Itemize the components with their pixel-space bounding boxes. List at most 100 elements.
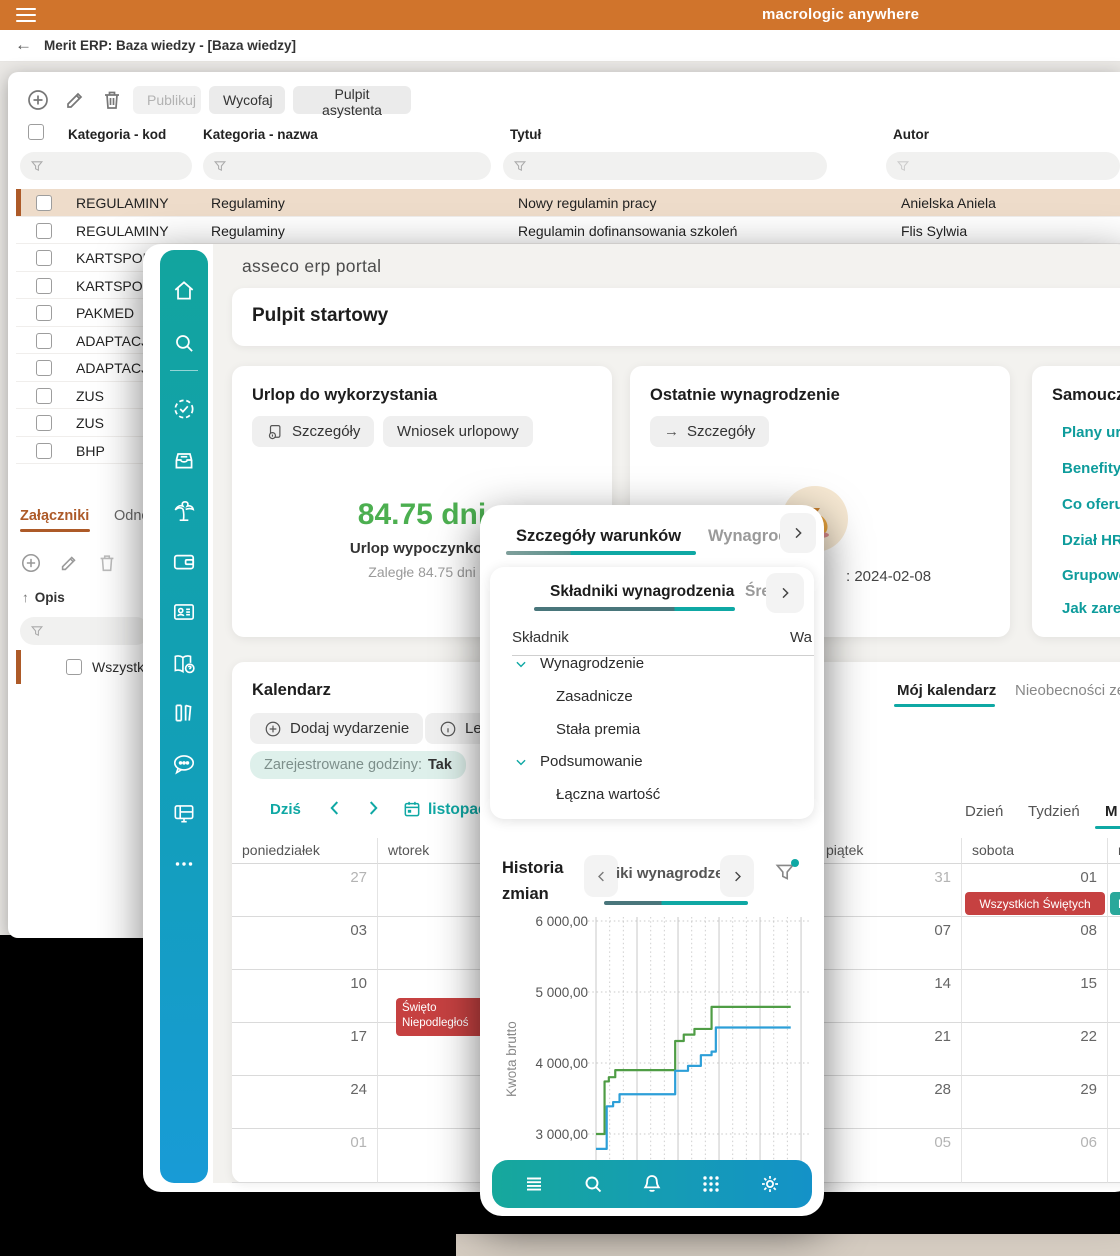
- calendar-cell[interactable]: 22: [962, 1023, 1108, 1076]
- carousel-next-button[interactable]: [720, 855, 754, 897]
- calendar-cell[interactable]: 17: [232, 1023, 378, 1076]
- tutorial-link[interactable]: Co oferuj: [1062, 496, 1120, 513]
- publish-button[interactable]: Publikuj: [133, 86, 201, 114]
- calendar-cell[interactable]: 21: [816, 1023, 962, 1076]
- settings-icon[interactable]: [758, 1172, 782, 1196]
- chevron-down-icon[interactable]: [514, 657, 528, 671]
- next-month-icon[interactable]: [362, 797, 384, 819]
- assistant-dashboard-button[interactable]: Pulpit asystenta: [293, 86, 411, 114]
- add-icon[interactable]: [26, 88, 50, 112]
- calendar-cell[interactable]: 01: [232, 1129, 378, 1183]
- tutorial-link[interactable]: Dział HR: [1062, 532, 1120, 549]
- column-header-kod[interactable]: Kategoria - kod: [68, 127, 166, 142]
- view-month[interactable]: M: [1105, 803, 1118, 820]
- event-badge[interactable]: R: [1110, 892, 1120, 915]
- column-header-autor[interactable]: Autor: [893, 127, 929, 142]
- calendar-cell[interactable]: 06: [962, 1129, 1108, 1183]
- tab-my-calendar[interactable]: Mój kalendarz: [897, 682, 996, 699]
- tutorial-link[interactable]: Grupowe: [1062, 567, 1120, 584]
- current-month-label[interactable]: listopad: [428, 801, 487, 819]
- event-badge[interactable]: Wszystkich Świętych: [965, 892, 1105, 915]
- calendar-cell[interactable]: 14: [816, 970, 962, 1023]
- prev-month-icon[interactable]: [324, 797, 346, 819]
- tab-attachments[interactable]: Załączniki: [20, 508, 89, 524]
- event-badge[interactable]: Święto Niepodległoś: [396, 998, 484, 1036]
- column-header-nazwa[interactable]: Kategoria - nazwa: [203, 127, 318, 142]
- handbook-icon[interactable]: [171, 651, 197, 677]
- wallet-icon[interactable]: [171, 548, 197, 574]
- calendar-cell[interactable]: 28: [816, 1076, 962, 1129]
- calendar-cell[interactable]: 27: [232, 864, 378, 917]
- calendar-cell[interactable]: 03: [232, 917, 378, 970]
- attachments-sort-header[interactable]: ↑Opis: [22, 590, 65, 605]
- home-icon[interactable]: [171, 278, 197, 304]
- chart-tab-label[interactable]: iki wynagrodzeni: [616, 865, 737, 882]
- filter-input-autor[interactable]: [886, 152, 1120, 180]
- calendar-cell[interactable]: 29: [962, 1076, 1108, 1129]
- calendar-cell[interactable]: [1108, 1129, 1120, 1183]
- edit-icon[interactable]: [63, 88, 87, 112]
- vacation-palm-icon[interactable]: [171, 498, 197, 524]
- tab-team-absences[interactable]: Nieobecności zes: [1015, 682, 1120, 699]
- withdraw-button[interactable]: Wycofaj: [209, 86, 285, 114]
- next-tab-button[interactable]: [766, 573, 804, 613]
- next-tab-button[interactable]: [780, 513, 816, 553]
- calendar-cell[interactable]: 07: [816, 917, 962, 970]
- view-week[interactable]: Tydzień: [1028, 803, 1080, 820]
- tree-row[interactable]: Łączna wartość: [556, 786, 660, 803]
- select-all-checkbox[interactable]: [28, 124, 44, 140]
- salary-details-button[interactable]: → Szczegóły: [650, 416, 769, 447]
- today-button[interactable]: Dziś: [270, 801, 301, 818]
- tab-salary[interactable]: Wynagrod: [708, 527, 788, 546]
- row-checkbox[interactable]: [36, 388, 52, 404]
- tab-terms-details[interactable]: Szczegóły warunków: [516, 527, 681, 546]
- tree-row-group[interactable]: Podsumowanie: [540, 753, 643, 770]
- vacation-details-button[interactable]: Szczegóły: [252, 416, 374, 447]
- tasks-icon[interactable]: [171, 396, 197, 422]
- calendar-cell[interactable]: 15: [962, 970, 1108, 1023]
- row-checkbox[interactable]: [36, 360, 52, 376]
- row-checkbox[interactable]: [36, 333, 52, 349]
- hamburger-menu-icon[interactable]: [16, 8, 36, 22]
- carousel-prev-button[interactable]: [584, 855, 618, 897]
- tree-row-group[interactable]: Wynagrodzenie: [540, 655, 644, 672]
- tab-salary-components[interactable]: Składniki wynagrodzenia: [550, 583, 734, 601]
- search-icon[interactable]: [171, 330, 197, 356]
- filter-input-nazwa[interactable]: [203, 152, 491, 180]
- more-icon[interactable]: [171, 851, 197, 877]
- row-checkbox[interactable]: [36, 250, 52, 266]
- calendar-cell[interactable]: 10: [232, 970, 378, 1023]
- add-event-button[interactable]: Dodaj wydarzenie: [250, 713, 423, 744]
- calendar-cell[interactable]: 08: [962, 917, 1108, 970]
- row-checkbox[interactable]: [36, 195, 52, 211]
- add-icon[interactable]: [20, 552, 42, 574]
- tutorial-link[interactable]: Benefity: [1062, 460, 1120, 477]
- row-checkbox[interactable]: [36, 223, 52, 239]
- delete-icon[interactable]: [100, 88, 124, 112]
- row-checkbox[interactable]: [36, 278, 52, 294]
- edit-icon[interactable]: [58, 552, 80, 574]
- row-checkbox[interactable]: [36, 415, 52, 431]
- inbox-icon[interactable]: [171, 447, 197, 473]
- view-day[interactable]: Dzień: [965, 803, 1003, 820]
- chevron-down-icon[interactable]: [514, 755, 528, 769]
- calendar-cell[interactable]: 31: [816, 864, 962, 917]
- tutorial-link[interactable]: Plany url: [1062, 424, 1120, 441]
- tree-row[interactable]: Zasadnicze: [556, 688, 633, 705]
- chat-icon[interactable]: [171, 751, 197, 777]
- calendar-cell[interactable]: [1108, 1023, 1120, 1076]
- chart-filter-icon[interactable]: [774, 861, 798, 885]
- calendar-cell[interactable]: [1108, 1076, 1120, 1129]
- library-icon[interactable]: [171, 700, 197, 726]
- kiosk-icon[interactable]: [171, 800, 197, 826]
- calendar-cell[interactable]: 05: [816, 1129, 962, 1183]
- notifications-icon[interactable]: [640, 1172, 664, 1196]
- tutorial-link[interactable]: Jak zareje: [1062, 600, 1120, 617]
- tree-row[interactable]: Stała premia: [556, 721, 640, 738]
- vacation-request-button[interactable]: Wniosek urlopowy: [383, 416, 533, 447]
- column-header-tytul[interactable]: Tytuł: [510, 127, 541, 142]
- table-row[interactable]: REGULAMINYRegulaminyNowy regulamin pracy…: [16, 189, 1120, 217]
- delete-icon[interactable]: [96, 552, 118, 574]
- calendar-cell[interactable]: [1108, 970, 1120, 1023]
- search-icon[interactable]: [581, 1172, 605, 1196]
